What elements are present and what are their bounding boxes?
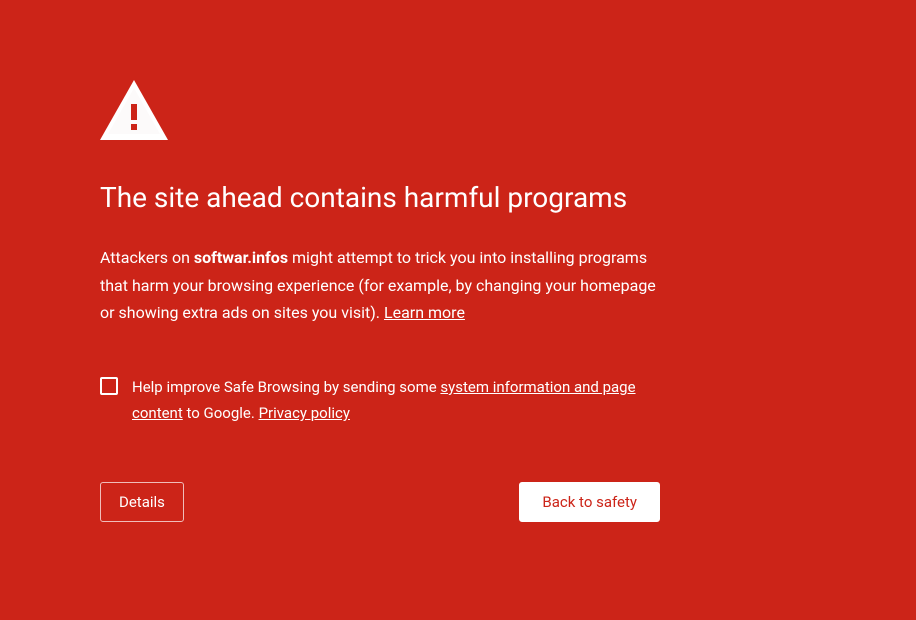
privacy-policy-link[interactable]: Privacy policy [259,404,350,422]
opt-in-text: Help improve Safe Browsing by sending so… [132,374,660,427]
back-to-safety-button[interactable]: Back to safety [519,482,660,522]
safe-browsing-interstitial: The site ahead contains harmful programs… [0,0,760,582]
button-row: Details Back to safety [100,482,660,522]
details-button[interactable]: Details [100,482,184,522]
description-prefix: Attackers on [100,248,190,267]
opt-in-checkbox[interactable] [100,377,118,395]
opt-in-row: Help improve Safe Browsing by sending so… [100,374,660,427]
warning-triangle-icon [100,80,660,140]
opt-in-prefix: Help improve Safe Browsing by sending so… [132,378,437,396]
opt-in-middle: to Google. [186,404,254,422]
site-name: softwar.infos [194,248,288,267]
warning-description: Attackers on softwar.infos might attempt… [100,244,660,326]
learn-more-link[interactable]: Learn more [384,303,465,322]
page-title: The site ahead contains harmful programs [100,180,660,216]
